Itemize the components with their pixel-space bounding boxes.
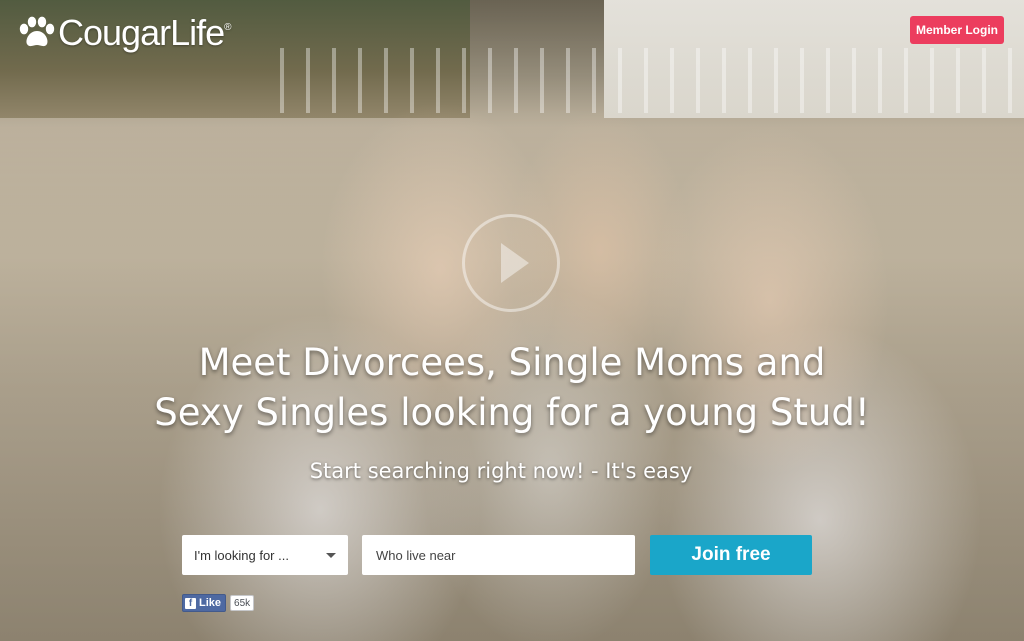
hero-headline-line1: Meet Divorcees, Single Moms and bbox=[198, 341, 826, 384]
facebook-like-count: 65k bbox=[230, 595, 255, 611]
chevron-down-icon bbox=[326, 552, 336, 558]
video-play-icon[interactable] bbox=[462, 214, 560, 312]
location-input[interactable] bbox=[362, 535, 635, 575]
paw-icon bbox=[19, 16, 55, 47]
looking-for-select[interactable]: I'm looking for ... bbox=[182, 535, 348, 575]
facebook-like-label: Like bbox=[199, 597, 222, 609]
facebook-like-widget: f Like 65k bbox=[182, 594, 255, 612]
brand-name: CougarLife® bbox=[58, 12, 232, 53]
facebook-like-button[interactable]: f Like bbox=[182, 594, 227, 612]
hero-headline-line2: Sexy Singles looking for a young Stud! bbox=[154, 391, 870, 434]
join-free-button[interactable]: Join free bbox=[650, 535, 812, 575]
facebook-icon: f bbox=[185, 597, 196, 609]
member-login-button[interactable]: Member Login bbox=[910, 16, 1004, 44]
hero-subheadline: Start searching right now! - It's easy bbox=[309, 459, 693, 483]
hero-headline: Meet Divorcees, Single Moms and Sexy Sin… bbox=[0, 338, 1024, 438]
brand-logo[interactable]: CougarLife® bbox=[16, 12, 232, 54]
looking-for-value: I'm looking for ... bbox=[194, 547, 289, 563]
